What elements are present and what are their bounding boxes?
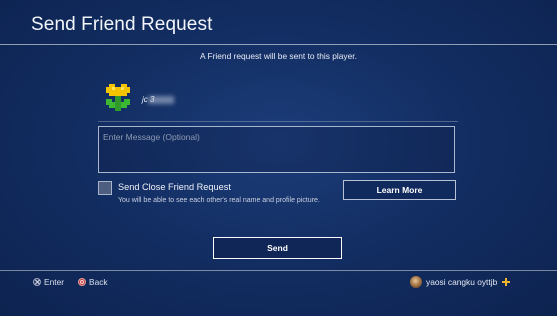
username-blur <box>148 96 174 104</box>
enter-hint: Enter <box>33 277 64 287</box>
plus-icon <box>502 278 511 286</box>
cross-button-icon <box>33 278 41 286</box>
enter-hint-label: Enter <box>44 277 65 287</box>
request-notice: A Friend request will be sent to this pl… <box>200 51 357 61</box>
send-button[interactable]: Send <box>213 237 342 259</box>
learn-more-button[interactable]: Learn More <box>343 180 456 200</box>
signed-in-user: yaosi cangku oyttjb <box>410 276 511 288</box>
close-friend-label: Send Close Friend Request <box>118 182 231 192</box>
user-avatar <box>410 276 422 288</box>
section-divider <box>98 121 458 122</box>
message-input[interactable] <box>99 127 454 147</box>
header-divider <box>0 44 557 45</box>
circle-button-icon <box>78 278 86 286</box>
user-name: yaosi cangku oyttjb <box>426 277 498 287</box>
pixel-flower-icon <box>103 84 133 114</box>
back-hint-label: Back <box>89 277 108 287</box>
dialog-header: Send Friend Request <box>0 0 557 44</box>
page-title: Send Friend Request <box>31 14 213 35</box>
close-friend-description: You will be able to see each other's rea… <box>118 197 320 204</box>
close-friend-checkbox[interactable] <box>98 181 112 195</box>
footer-divider <box>0 270 557 271</box>
back-hint: Back <box>78 277 108 287</box>
message-field[interactable] <box>98 126 455 173</box>
